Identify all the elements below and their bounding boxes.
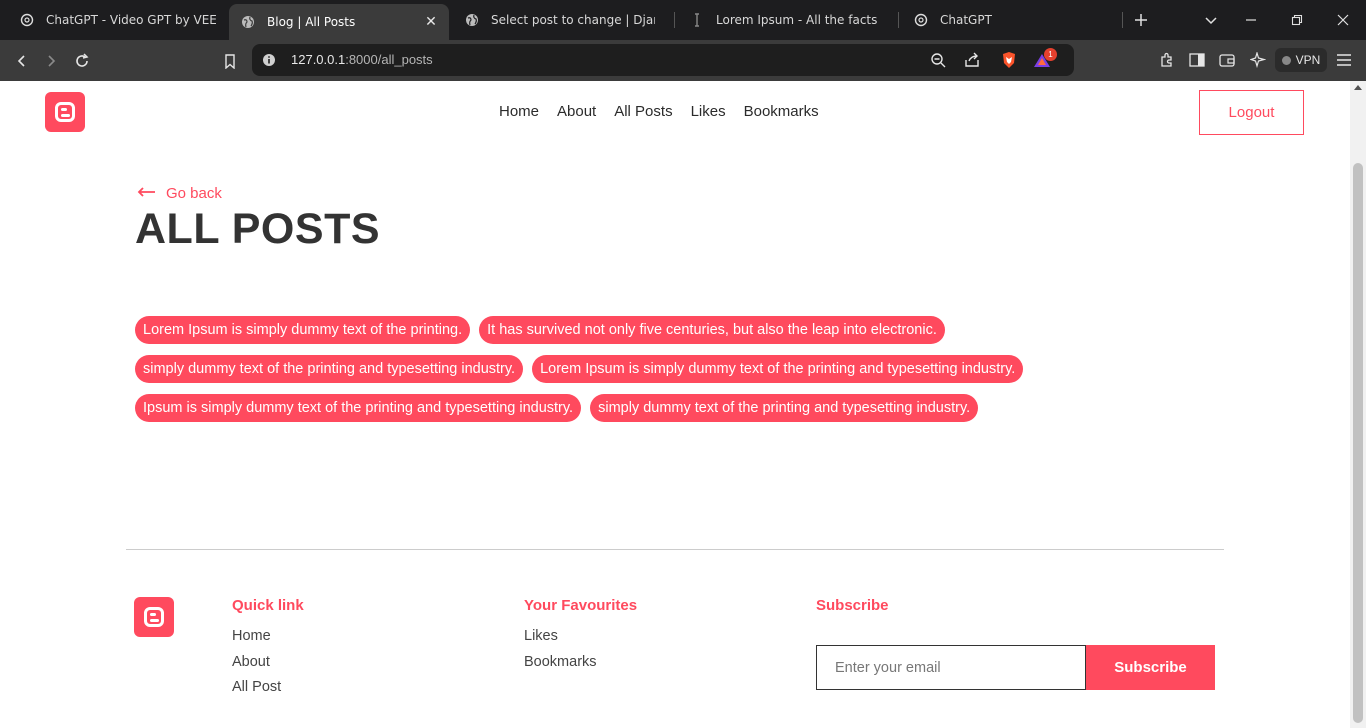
subscribe-column: Subscribe [816, 597, 889, 624]
post-pill[interactable]: It has survived not only five centuries,… [479, 316, 945, 344]
browser-tab[interactable]: Select post to change | Django si [453, 4, 665, 36]
page-scrollbar[interactable] [1350, 81, 1366, 728]
url-host: 127.0.0.1 [291, 52, 346, 67]
footer-link-home[interactable]: Home [232, 624, 304, 650]
go-back-link[interactable]: Go back [136, 185, 222, 202]
vpn-status-icon [1281, 55, 1291, 65]
subscribe-button[interactable]: Subscribe [1086, 645, 1215, 690]
scrollbar-thumb[interactable] [1353, 163, 1363, 723]
page-content: Home About All Posts Likes Bookmarks Log… [0, 81, 1350, 728]
lipsum-icon [690, 13, 704, 27]
browser-tab-bar: ChatGPT - Video GPT by VEED Blog | All P… [0, 0, 1366, 40]
post-pill[interactable]: Ipsum is simply dummy text of the printi… [135, 394, 582, 422]
browser-tab[interactable]: Lorem Ipsum - All the facts - Lips [678, 4, 888, 36]
tab-divider [674, 12, 675, 28]
subscribe-heading: Subscribe [816, 597, 889, 614]
footer-blogger-logo-icon[interactable] [134, 597, 174, 637]
forward-icon[interactable] [38, 48, 64, 74]
reload-icon[interactable] [69, 48, 95, 74]
post-pill[interactable]: Lorem Ipsum is simply dummy text of the … [135, 316, 471, 344]
footer-link-about[interactable]: About [232, 650, 304, 676]
footer-divider [126, 549, 1224, 550]
go-back-label: Go back [166, 185, 222, 202]
brave-shield-icon[interactable] [996, 47, 1022, 73]
chatgpt-icon [914, 13, 928, 27]
browser-tab[interactable]: ChatGPT - Video GPT by VEED [8, 4, 226, 36]
tab-divider [1122, 12, 1123, 28]
minimize-icon[interactable] [1239, 8, 1263, 32]
nav-home[interactable]: Home [499, 103, 539, 120]
post-pill[interactable]: Lorem Ipsum is simply dummy text of the … [532, 355, 1024, 383]
quick-link-heading: Quick link [232, 597, 304, 614]
browser-tab-active[interactable]: Blog | All Posts ✕ [229, 4, 449, 40]
tab-title: ChatGPT - Video GPT by VEED [46, 13, 216, 27]
post-row: Lorem Ipsum is simply dummy text of the … [135, 316, 1215, 344]
browser-tab[interactable]: ChatGPT [902, 4, 1102, 36]
share-icon[interactable] [959, 47, 985, 73]
favourites-column: Your Favourites Likes Bookmarks [524, 597, 637, 675]
nav-about[interactable]: About [557, 103, 596, 120]
notification-badge: 1 [1044, 48, 1057, 61]
bookmark-icon[interactable] [217, 48, 243, 74]
back-icon[interactable] [9, 48, 35, 74]
vpn-button[interactable]: VPN [1275, 48, 1327, 72]
tab-search-icon[interactable] [1199, 8, 1223, 32]
url-text: 127.0.0.1:8000/all_posts [291, 52, 433, 67]
restore-icon[interactable] [1285, 8, 1309, 32]
email-field[interactable] [816, 645, 1086, 690]
nav-all-posts[interactable]: All Posts [614, 103, 672, 120]
logout-button[interactable]: Logout [1199, 90, 1304, 135]
sidebar-icon[interactable] [1184, 47, 1210, 73]
favourites-heading: Your Favourites [524, 597, 638, 614]
footer-link-likes[interactable]: Likes [524, 624, 637, 650]
footer-link-all-post[interactable]: All Post [232, 675, 304, 701]
tab-title: ChatGPT [940, 13, 992, 27]
zoom-icon[interactable] [925, 47, 951, 73]
vpn-label: VPN [1295, 53, 1321, 67]
url-path: :8000/all_posts [345, 52, 433, 67]
post-row: Ipsum is simply dummy text of the printi… [135, 394, 1215, 422]
post-pill[interactable]: simply dummy text of the printing and ty… [135, 355, 524, 383]
site-info-icon[interactable] [256, 47, 282, 73]
quick-link-column: Quick link Home About All Post [232, 597, 304, 701]
footer-link-bookmarks[interactable]: Bookmarks [524, 650, 637, 676]
menu-icon[interactable] [1331, 47, 1357, 73]
post-pill[interactable]: simply dummy text of the printing and ty… [590, 394, 979, 422]
nav-bookmarks[interactable]: Bookmarks [744, 103, 819, 120]
globe-icon [465, 13, 479, 27]
tab-title: Lorem Ipsum - All the facts - Lips [716, 13, 878, 27]
return-arrow-icon [137, 186, 155, 197]
tab-divider [898, 12, 899, 28]
page-title: ALL POSTS [135, 205, 381, 253]
leo-ai-icon[interactable] [1245, 47, 1271, 73]
close-window-icon[interactable] [1331, 8, 1355, 32]
globe-icon [241, 15, 255, 29]
wallet-icon[interactable] [1214, 47, 1240, 73]
subscribe-form: Subscribe [816, 645, 1215, 690]
blogger-logo-icon[interactable] [45, 92, 85, 132]
new-tab-icon[interactable] [1129, 8, 1153, 32]
post-row: simply dummy text of the printing and ty… [135, 355, 1215, 383]
extensions-icon[interactable] [1154, 47, 1180, 73]
nav-likes[interactable]: Likes [691, 103, 726, 120]
close-tab-icon[interactable]: ✕ [423, 14, 439, 30]
tab-title: Select post to change | Django si [491, 13, 655, 27]
main-nav: Home About All Posts Likes Bookmarks [499, 103, 819, 120]
tab-title: Blog | All Posts [267, 15, 356, 29]
posts-list: Lorem Ipsum is simply dummy text of the … [135, 316, 1215, 433]
chatgpt-icon [20, 13, 34, 27]
scroll-up-icon[interactable] [1354, 85, 1362, 90]
